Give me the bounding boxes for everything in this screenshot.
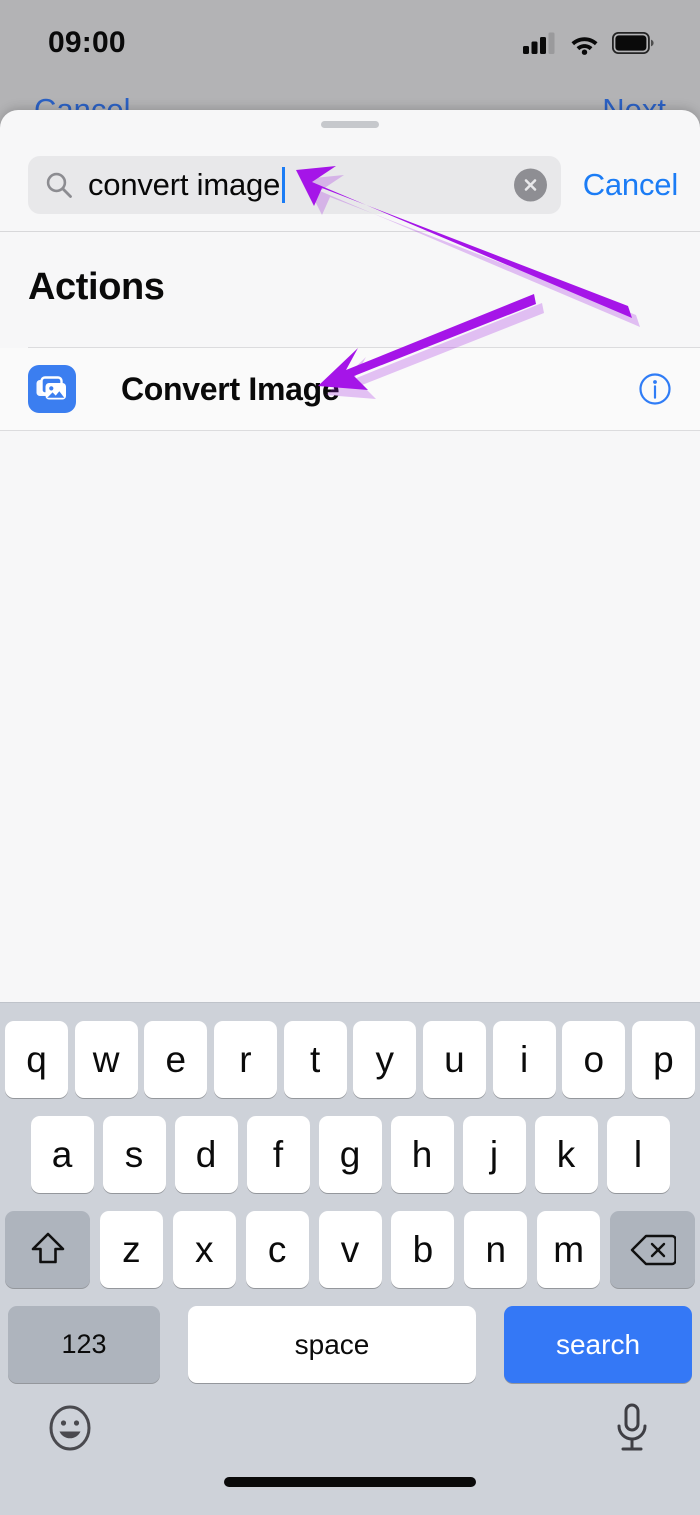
key-b[interactable]: b [391,1211,455,1288]
key-h[interactable]: h [390,1116,454,1193]
key-a[interactable]: a [30,1116,94,1193]
battery-icon [612,32,654,54]
key-s[interactable]: s [102,1116,166,1193]
shift-glyph [31,1232,64,1263]
keyboard-row-1: q w e r t y u i o p [0,1021,700,1098]
key-g[interactable]: g [318,1116,382,1193]
key-c[interactable]: c [245,1211,309,1288]
list-item-label: Convert Image [121,370,340,407]
search-bar: convert image Cancel [0,139,700,231]
microphone-icon[interactable] [612,1402,652,1454]
search-cancel-button[interactable]: Cancel [583,167,678,203]
key-e[interactable]: e [144,1021,208,1098]
key-search-return[interactable]: search [504,1306,692,1383]
shift-icon[interactable] [5,1211,90,1288]
key-q[interactable]: q [5,1021,68,1098]
backspace-icon[interactable] [610,1211,695,1288]
keyboard-row-3: z x c v b n m [0,1211,700,1288]
sheet-grabber[interactable] [321,121,379,128]
key-n[interactable]: n [464,1211,528,1288]
on-screen-keyboard: q w e r t y u i o p a s d f g h j k l z … [0,1002,700,1515]
key-r[interactable]: r [213,1021,277,1098]
close-icon [524,179,537,191]
photo-stack-icon [28,365,76,413]
status-bar-time: 09:00 [48,26,126,59]
key-z[interactable]: z [99,1211,163,1288]
key-d[interactable]: d [174,1116,238,1193]
search-input[interactable]: convert image [28,156,561,214]
key-p[interactable]: p [631,1021,695,1098]
key-x[interactable]: x [172,1211,236,1288]
emoji-icon[interactable] [46,1404,94,1452]
action-search-sheet: convert image Cancel Actions Convert Ima… [0,110,700,1515]
key-i[interactable]: i [492,1021,556,1098]
search-bar-divider [0,231,700,232]
key-f[interactable]: f [246,1116,310,1193]
key-y[interactable]: y [353,1021,417,1098]
cellular-signal-icon [523,32,555,54]
search-input-value: convert image [88,167,281,202]
phone-screenshot: 09:00 convert image Cancel Actions Conve… [0,0,700,1515]
key-m[interactable]: m [537,1211,601,1288]
section-header-actions: Actions [0,248,700,326]
photo-stack-glyph [36,376,66,400]
key-l[interactable]: l [606,1116,670,1193]
keyboard-bottom-bar [0,1392,700,1515]
key-o[interactable]: o [562,1021,626,1098]
search-icon [46,172,72,198]
backspace-glyph [630,1234,676,1265]
key-k[interactable]: k [534,1116,598,1193]
key-numbers[interactable]: 123 [8,1306,160,1383]
key-u[interactable]: u [422,1021,486,1098]
key-v[interactable]: v [318,1211,382,1288]
emoji-glyph [49,1405,91,1451]
key-j[interactable]: j [462,1116,526,1193]
clear-text-icon[interactable] [513,168,547,202]
status-bar-indicators [523,31,654,55]
status-bar: 09:00 [0,0,700,86]
section-title: Actions [28,265,165,308]
text-cursor [282,167,286,203]
info-circle-icon[interactable] [638,372,672,406]
info-circle-glyph [639,373,671,405]
wifi-icon [571,36,598,55]
key-t[interactable]: t [283,1021,347,1098]
home-indicator[interactable] [224,1477,476,1487]
list-item-convert-image[interactable]: Convert Image [0,348,700,430]
keyboard-row-4: 123 space search [0,1306,700,1383]
key-space[interactable]: space [188,1306,476,1383]
key-w[interactable]: w [74,1021,138,1098]
keyboard-row-2: a s d f g h j k l [0,1116,700,1193]
microphone-glyph [617,1403,647,1451]
